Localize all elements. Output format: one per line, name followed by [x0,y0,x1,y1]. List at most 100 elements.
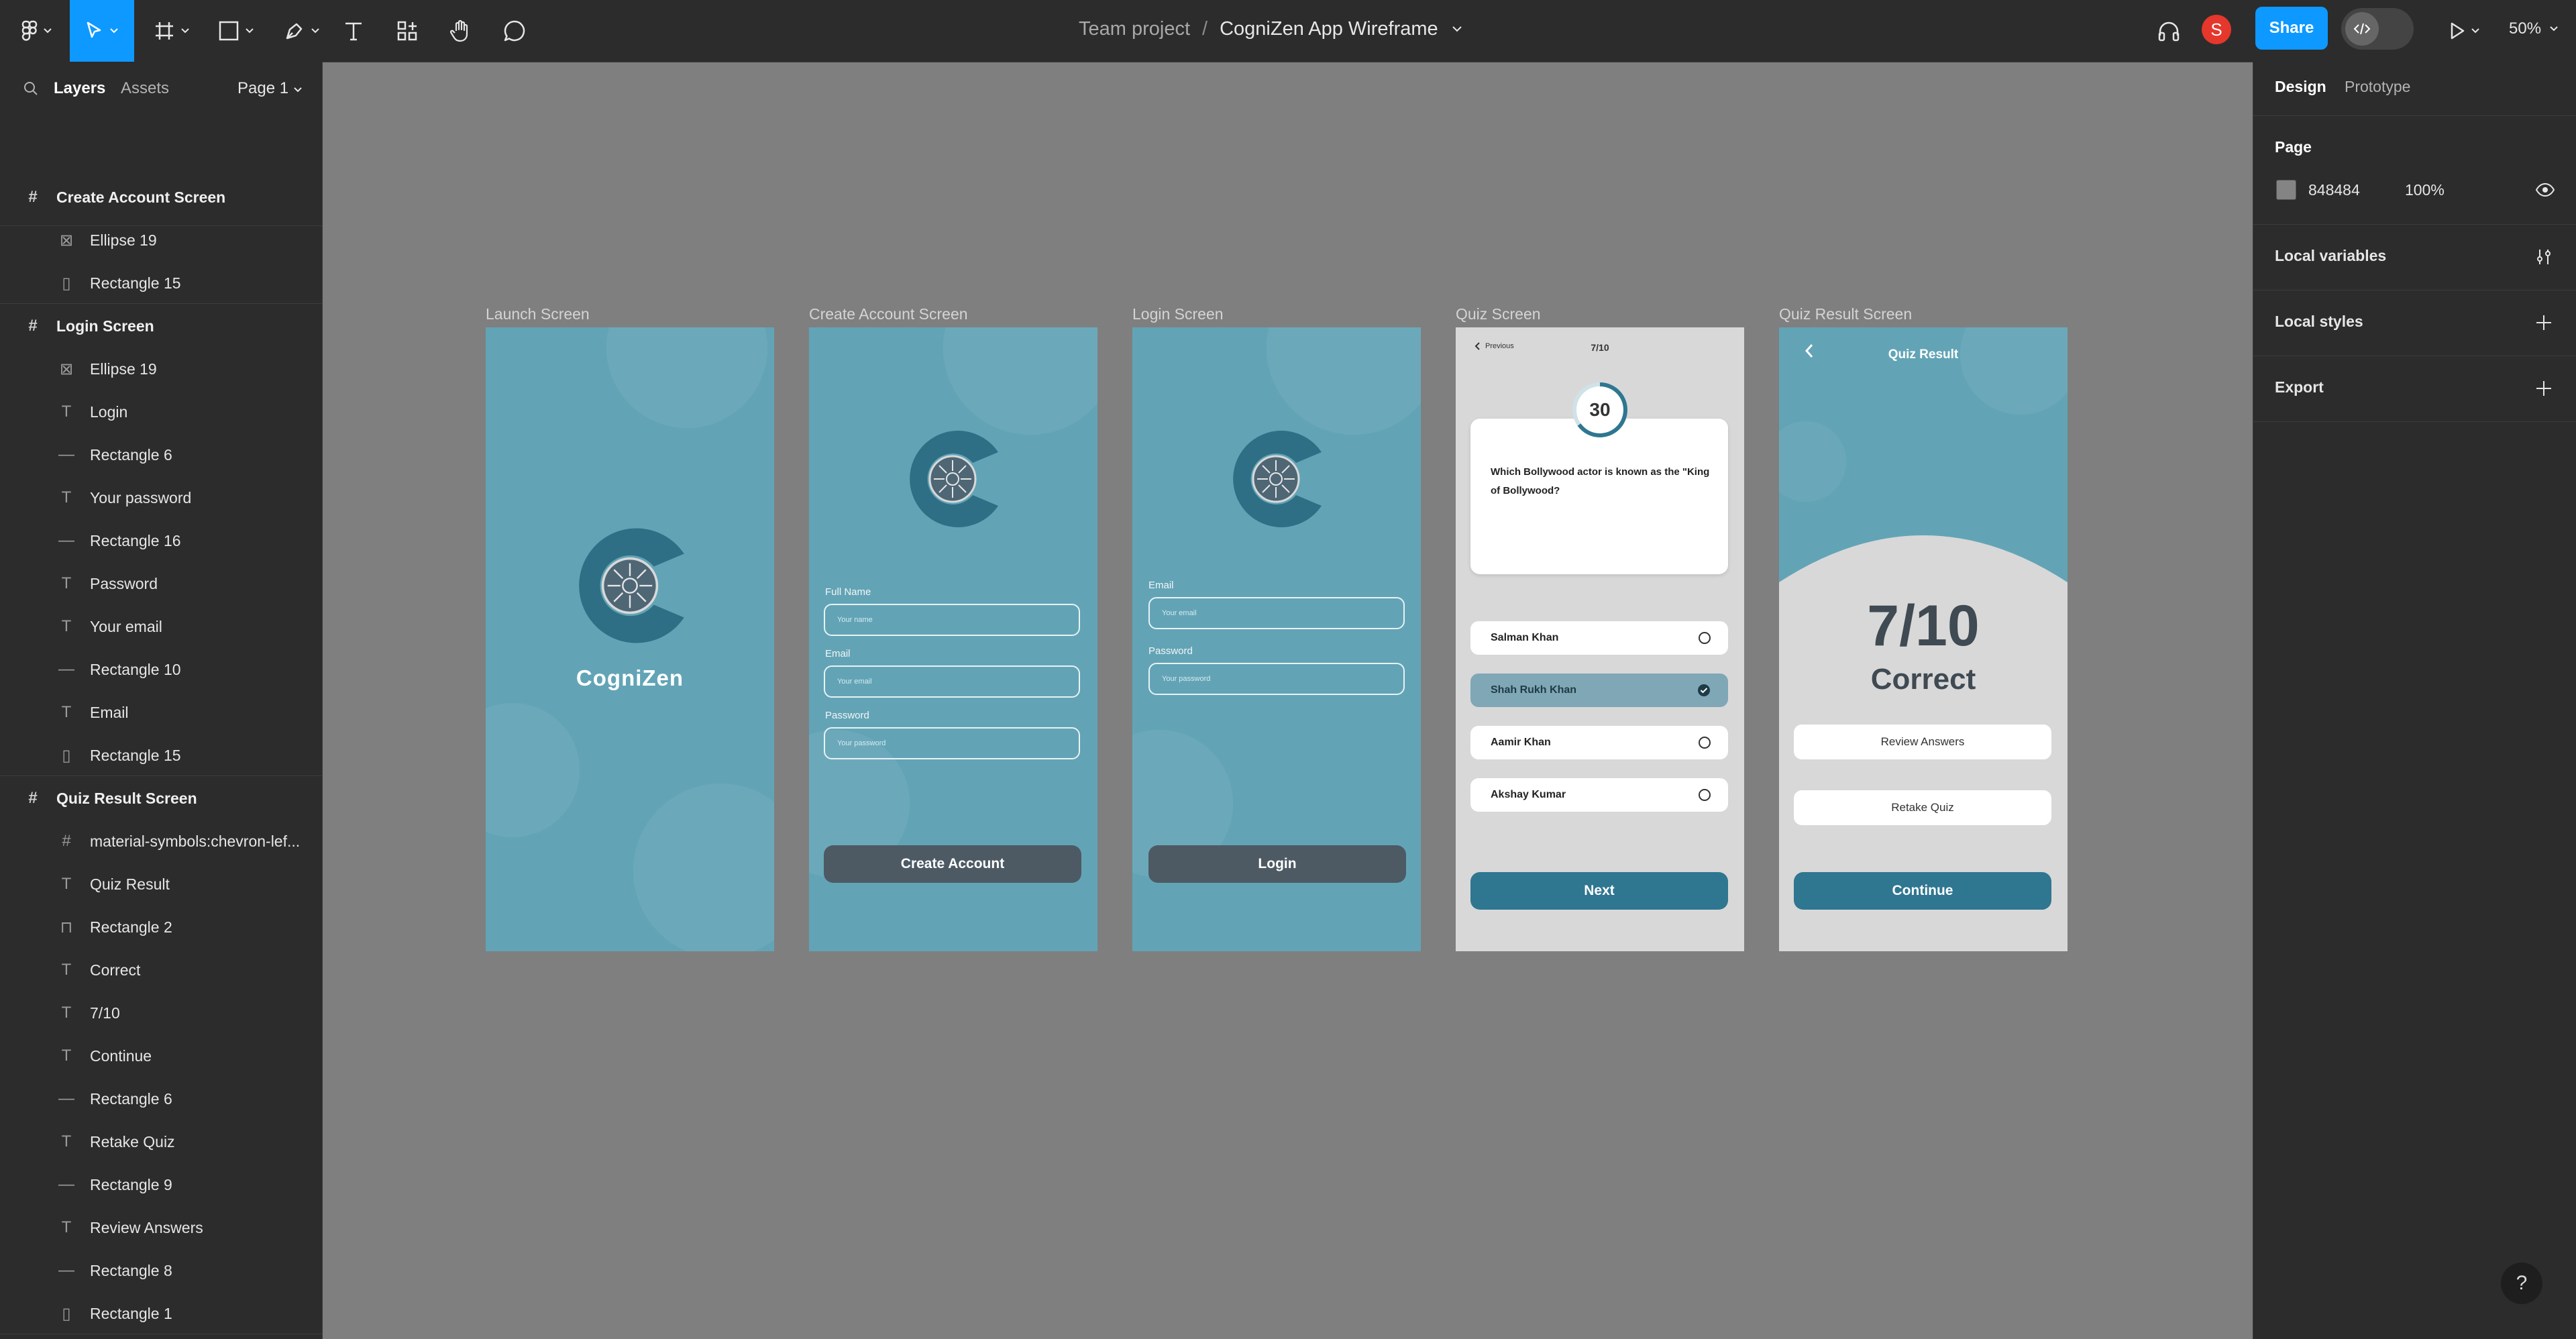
page-color-swatch[interactable] [2276,180,2296,200]
layer-row[interactable]: — Rectangle 10 [0,648,322,691]
frame-tool-button[interactable] [145,0,199,62]
layer-row[interactable]: ▯ Rectangle 15 [0,734,322,777]
frame-label-quiz[interactable]: Quiz Screen [1456,305,1541,323]
layer-row[interactable]: T 7/10 [0,992,322,1034]
local-variables-label[interactable]: Local variables [2275,247,2386,265]
text-tool-button[interactable] [337,0,370,62]
answer-option-selected[interactable]: Shah Rukh Khan [1470,674,1728,707]
layer-row[interactable]: T Correct [0,949,322,992]
dev-mode-toggle[interactable] [2341,8,2414,50]
layer-row[interactable]: T Retake Quiz [0,1120,322,1163]
figma-menu-button[interactable] [13,0,60,62]
create-account-screen-frame[interactable]: Full Name Your name Email Your email Pas… [809,327,1097,951]
layer-row[interactable]: — Rectangle 8 [0,1249,322,1292]
layer-row[interactable]: ⊠ Ellipse 19 [0,219,322,262]
full-name-field[interactable]: Your name [824,604,1080,636]
breadcrumb-project[interactable]: Team project [1079,18,1190,40]
layer-row[interactable]: ⊓ Rectangle 2 [0,906,322,949]
layer-row[interactable]: T Your email [0,605,322,648]
layer-label: Rectangle 8 [90,1261,172,1279]
email-field[interactable]: Your email [824,665,1080,698]
layer-row[interactable]: T Password [0,562,322,605]
plus-icon[interactable] [2535,380,2553,397]
eye-icon[interactable] [2535,182,2555,197]
share-button[interactable]: Share [2255,7,2328,50]
password-field[interactable]: Your password [1148,663,1405,695]
layer-row[interactable]: ▯ Rectangle 15 [0,262,322,305]
layer-row[interactable]: — Rectangle 6 [0,433,322,476]
page-opacity-value[interactable]: 100% [2405,181,2445,199]
local-styles-label[interactable]: Local styles [2275,313,2363,331]
variables-icon[interactable] [2534,247,2554,267]
continue-button[interactable]: Continue [1794,872,2051,910]
page-color-value[interactable]: 848484 [2308,181,2360,199]
layer-row[interactable]: — Rectangle 16 [0,519,322,562]
layer-row[interactable]: ▯ Rectangle 1 [0,1292,322,1335]
present-button[interactable] [2439,0,2490,62]
login-screen-frame[interactable]: Email Your email Password Your password … [1132,327,1421,951]
cognizen-logo [910,431,998,527]
resources-tool-button[interactable] [390,0,424,62]
layer-row[interactable]: — Rectangle 9 [0,1163,322,1206]
create-account-button[interactable]: Create Account [824,845,1081,883]
file-name[interactable]: CogniZen App Wireframe [1220,18,1438,40]
layer-text-icon: T [61,403,72,421]
next-button[interactable]: Next [1470,872,1728,910]
layer-row[interactable]: # material-symbols:chevron-lef... [0,820,322,863]
layer-row[interactable]: T Login [0,390,322,433]
layer-row-frame[interactable]: # Create Account Screen [0,176,322,219]
login-button[interactable]: Login [1148,845,1406,883]
layer-text-icon: T [61,488,72,506]
layer-frame-icon: # [28,789,38,807]
layer-row-frame[interactable]: #Quiz Screen [0,1335,322,1339]
search-icon[interactable] [23,81,39,97]
tab-design[interactable]: Design [2275,78,2326,96]
code-icon [2345,12,2379,46]
answer-option[interactable]: Akshay Kumar [1470,778,1728,812]
quiz-result-screen-frame[interactable]: Quiz Result 7/10 Correct Review Answers … [1779,327,2068,951]
layer-text-icon: T [61,617,72,635]
comment-tool-button[interactable] [498,0,531,62]
chevron-down-icon[interactable] [1452,25,1462,32]
audio-button[interactable] [2152,0,2186,62]
layer-row-frame[interactable]: # Quiz Result Screen [0,777,322,820]
figma-menu-icon [21,20,38,41]
frame-label-login[interactable]: Login Screen [1132,305,1224,323]
answer-option[interactable]: Salman Khan [1470,621,1728,655]
page-selector[interactable]: Page 1 [237,79,303,98]
retake-quiz-button[interactable]: Retake Quiz [1794,790,2051,825]
user-avatar[interactable]: S [2202,15,2231,44]
layer-section-divider [0,775,322,776]
hand-tool-button[interactable] [444,0,478,62]
password-field[interactable]: Your password [824,727,1080,759]
layer-label: Rectangle 2 [90,918,172,936]
frame-label-create-account[interactable]: Create Account Screen [809,305,968,323]
email-field[interactable]: Your email [1148,597,1405,629]
export-label[interactable]: Export [2275,378,2324,396]
move-tool-button[interactable] [70,0,134,62]
pen-tool-button[interactable] [275,0,329,62]
tab-layers[interactable]: Layers [54,79,105,98]
layer-row[interactable]: ⊠ Ellipse 19 [0,347,322,390]
zoom-menu[interactable]: 50% [2509,0,2559,58]
review-answers-button[interactable]: Review Answers [1794,725,2051,759]
layer-row-frame[interactable]: # Login Screen [0,305,322,347]
layer-row[interactable]: T Review Answers [0,1206,322,1249]
shape-tool-button[interactable] [209,0,263,62]
launch-screen-frame[interactable]: CogniZen [486,327,774,951]
frame-label-quiz-result[interactable]: Quiz Result Screen [1779,305,1912,323]
quiz-screen-frame[interactable]: Previous 7/10 Which Bollywood actor is k… [1456,327,1744,951]
layer-label: Rectangle 10 [90,660,181,678]
help-button[interactable]: ? [2501,1263,2542,1304]
zoom-level: 50% [2509,19,2542,38]
layer-row[interactable]: T Continue [0,1034,322,1077]
layer-row[interactable]: — Rectangle 6 [0,1077,322,1120]
layer-row[interactable]: T Quiz Result [0,863,322,906]
tab-prototype[interactable]: Prototype [2345,78,2410,96]
layer-row[interactable]: T Email [0,691,322,734]
tab-assets[interactable]: Assets [121,79,169,98]
layer-row[interactable]: T Your password [0,476,322,519]
answer-option[interactable]: Aamir Khan [1470,726,1728,759]
plus-icon[interactable] [2535,314,2553,331]
frame-label-launch[interactable]: Launch Screen [486,305,590,323]
